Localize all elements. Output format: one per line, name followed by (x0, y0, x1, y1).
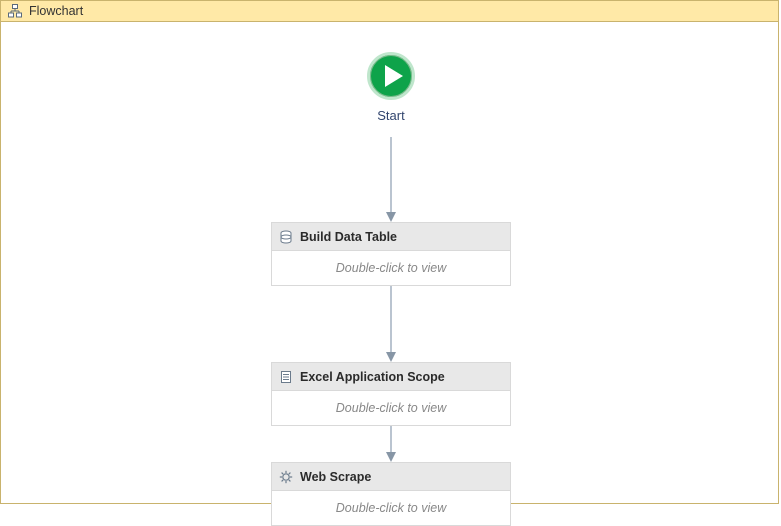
activity-title: Build Data Table (300, 230, 397, 244)
play-icon (367, 52, 415, 100)
activity-hint: Double-click to view (272, 391, 510, 425)
flowchart-canvas[interactable]: Start Build Data Table Double-click to v… (1, 22, 778, 503)
flowchart-panel: Flowchart Start Build Data T (0, 0, 779, 504)
gear-icon (278, 469, 294, 485)
activity-build-data-table[interactable]: Build Data Table Double-click to view (271, 222, 511, 286)
panel-title: Flowchart (29, 4, 83, 18)
activity-header: Excel Application Scope (272, 363, 510, 391)
activity-web-scrape[interactable]: Web Scrape Double-click to view (271, 462, 511, 526)
activity-hint: Double-click to view (272, 491, 510, 525)
activity-hint: Double-click to view (272, 251, 510, 285)
document-icon (278, 369, 294, 385)
start-node[interactable]: Start (358, 52, 424, 136)
connector-arrow (389, 137, 393, 222)
activity-title: Excel Application Scope (300, 370, 445, 384)
activity-header: Web Scrape (272, 463, 510, 491)
connector-arrow (389, 286, 393, 362)
panel-header: Flowchart (1, 0, 778, 22)
datatable-icon (278, 229, 294, 245)
activity-title: Web Scrape (300, 470, 371, 484)
activity-header: Build Data Table (272, 223, 510, 251)
connector-arrow (389, 426, 393, 462)
start-label: Start (377, 108, 404, 123)
activity-excel-application-scope[interactable]: Excel Application Scope Double-click to … (271, 362, 511, 426)
flowchart-icon (7, 3, 23, 19)
